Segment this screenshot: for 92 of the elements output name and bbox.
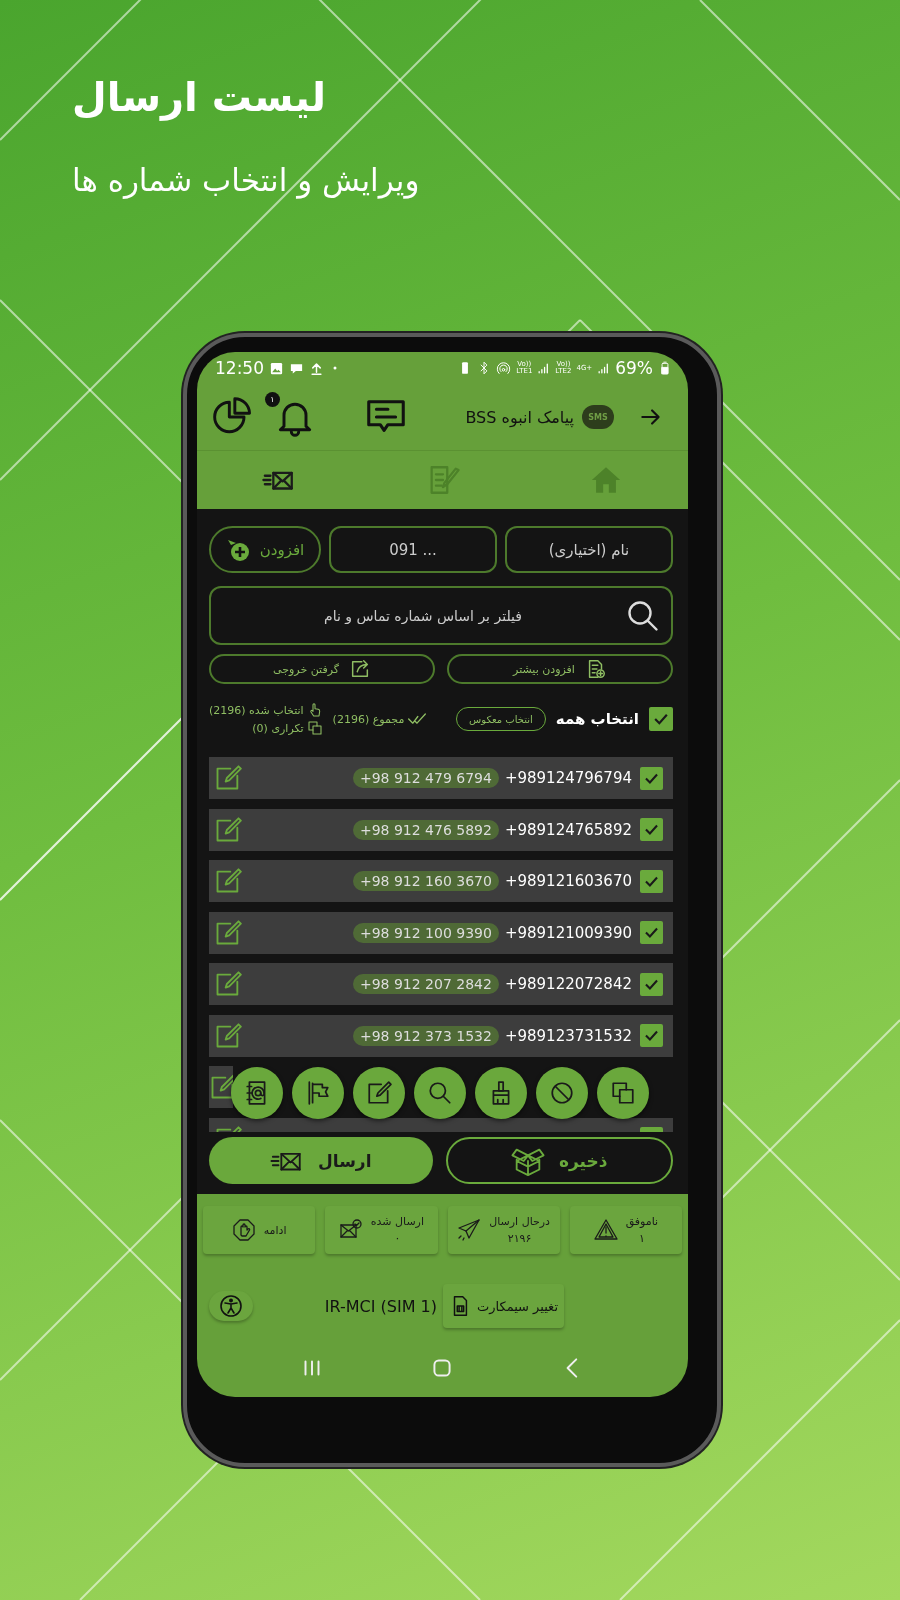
signal-icon	[597, 361, 611, 375]
app-logo: SMS	[582, 405, 614, 429]
stat-label: درحال ارسال	[489, 1215, 550, 1228]
formatted-number: +98 912 207 2842	[352, 974, 499, 994]
fab-button[interactable]	[414, 1067, 466, 1119]
formatted-number: +98 912 100 9390	[352, 922, 499, 943]
stat-card[interactable]: درحال ارسال ۲۱۹۶	[447, 1206, 560, 1254]
accessibility-button[interactable]	[209, 1291, 253, 1321]
accessibility-icon	[219, 1294, 243, 1318]
fab-button[interactable]	[353, 1067, 405, 1119]
edit-icon[interactable]	[209, 1073, 233, 1101]
upload-icon	[309, 360, 324, 376]
edit-icon[interactable]	[214, 815, 242, 844]
number-row[interactable]: +98 912 373 1532 +989123731532	[209, 1014, 673, 1057]
phone-number: +989121603670	[504, 872, 632, 890]
fab-button[interactable]	[536, 1067, 588, 1119]
name-field[interactable]: نام (اختیاری)	[505, 526, 673, 573]
edit-icon	[366, 1080, 392, 1106]
checkbox[interactable]	[640, 972, 663, 996]
add-more-button[interactable]: افزودن بیشتر	[447, 654, 673, 684]
search-icon	[427, 1080, 453, 1106]
invert-selection-button[interactable]: انتخاب معکوس	[456, 707, 546, 731]
export-button[interactable]: گرفتن خروجی	[209, 654, 435, 684]
stat-label: ادامه	[263, 1223, 287, 1237]
paper-plane-icon	[457, 1218, 482, 1242]
phone-number: +989124765892	[504, 820, 632, 839]
stat-value: ۲۱۹۶	[507, 1232, 532, 1245]
number-field[interactable]: 091 ...	[329, 526, 497, 573]
promo-subtitle: ویرایش و انتخاب شماره ها	[72, 162, 420, 198]
stat-card[interactable]: ادامه	[203, 1206, 316, 1254]
formatted-number: +98 912 476 5892	[352, 819, 499, 840]
edit-icon[interactable]	[214, 970, 242, 998]
number-row[interactable]: +98 912 207 2842 +989122072842	[209, 963, 673, 1005]
checkbox[interactable]	[640, 869, 663, 893]
stat-card[interactable]: ناموفق ۱	[569, 1206, 682, 1254]
battery-icon	[658, 361, 672, 375]
stat-label: ناموفق	[625, 1215, 659, 1228]
add-contact-icon	[225, 537, 250, 562]
battery-level: 69%	[615, 358, 653, 378]
formatted-number: +98 912 373 1532	[352, 1025, 499, 1046]
signal-icon	[537, 361, 551, 375]
checkbox[interactable]	[640, 766, 663, 790]
change-sim-button[interactable]: تغییر سیمکارت	[442, 1284, 564, 1328]
gallery-icon	[269, 360, 284, 376]
selected-count: انتخاب شده (2196)	[209, 703, 304, 717]
save-button[interactable]: ذخیره	[445, 1137, 673, 1184]
edit-icon[interactable]	[214, 764, 242, 792]
edit-icon[interactable]	[214, 918, 242, 947]
select-all-label: انتخاب همه	[555, 710, 639, 728]
promo-title: لیست ارسال	[72, 74, 327, 120]
stat-label: ارسال شده	[370, 1215, 424, 1228]
filter-field[interactable]: فیلتر بر اساس شماره تماس و نام	[221, 606, 625, 625]
hotspot-icon	[496, 360, 512, 376]
add-button[interactable]: افزودن	[209, 526, 321, 573]
phone-number: +989121009390	[504, 923, 632, 942]
fab-button[interactable]	[292, 1067, 344, 1119]
formatted-number: +98 912 479 6794	[352, 768, 499, 788]
edit-icon[interactable]	[214, 1021, 242, 1050]
copy-icon	[610, 1080, 636, 1106]
warning-icon	[593, 1218, 618, 1242]
stat-value: ۰	[394, 1232, 401, 1245]
formatted-number: +98 912 160 3670	[352, 871, 499, 891]
fab-button[interactable]	[231, 1067, 283, 1119]
hand-stop-icon	[231, 1218, 256, 1242]
stat-value: ۱	[638, 1232, 645, 1245]
notification-badge: ۱	[265, 392, 280, 407]
number-row[interactable]: +98 912 476 5892 +989124765892	[209, 808, 673, 851]
number-row[interactable]: +98 912 479 6794 +989124796794	[209, 757, 673, 799]
send-button[interactable]: ارسال	[209, 1137, 433, 1184]
phone-number: +989123731532	[504, 1026, 632, 1045]
fab-button[interactable]	[597, 1067, 649, 1119]
edit-icon[interactable]	[214, 867, 242, 895]
number-row[interactable]	[209, 1066, 233, 1108]
fab-button[interactable]	[475, 1067, 527, 1119]
phone-number: +989124796794	[504, 769, 632, 787]
stat-card[interactable]: ارسال شده ۰	[325, 1206, 438, 1254]
carrier-name: IR-MCI (SIM 1)	[324, 1296, 437, 1316]
duplicate-count: تکراری (0)	[252, 721, 304, 735]
total-count: مجموع (2196)	[332, 712, 405, 726]
phone-number: +989122072842	[504, 975, 632, 993]
app-title: پیامک انبوه BSS	[465, 407, 574, 427]
copy-icon	[306, 720, 323, 736]
number-row[interactable]: +98 912 160 3670 +989121603670	[209, 860, 673, 902]
search-field[interactable]: فیلتر بر اساس شماره تماس و نام	[209, 586, 673, 645]
block-icon	[549, 1080, 575, 1106]
checkbox[interactable]	[649, 707, 673, 731]
checkbox[interactable]	[640, 921, 663, 944]
clock: 12:50	[215, 358, 264, 378]
flag-icon	[305, 1080, 331, 1106]
checkbox[interactable]	[640, 818, 663, 841]
checkbox[interactable]	[640, 1024, 663, 1047]
number-row[interactable]: +98 912 100 9390 +989121009390	[209, 911, 673, 954]
